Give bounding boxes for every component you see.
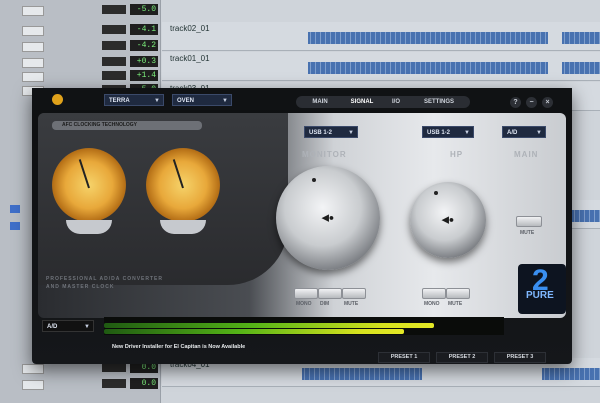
audio-waveform[interactable] (308, 62, 548, 74)
chevron-down-icon: ▼ (84, 324, 90, 330)
volume-value[interactable]: +0.3 (130, 56, 158, 67)
watermark-line: AND MASTER CLOCK (46, 284, 115, 290)
hp-mute-label: MUTE (448, 301, 463, 307)
input-source-select[interactable]: A/D ▼ (42, 320, 94, 332)
preset-2-button[interactable]: PRESET 2 (436, 352, 488, 363)
mixer-row[interactable]: -4.1 (22, 24, 162, 36)
audio-waveform[interactable] (302, 368, 422, 380)
track-lane[interactable]: track02_01 (162, 22, 600, 51)
knob-indicator (312, 178, 316, 182)
monitor-dim-button[interactable] (318, 288, 342, 299)
knob-indicator (434, 191, 438, 195)
mixer-row[interactable]: +1.4 (22, 70, 162, 82)
pure2-logo: 2 PURE (518, 264, 566, 314)
monitor-source-select[interactable]: USB 1-2 ▼ (304, 126, 358, 138)
brand-pill: AFC CLOCKING TECHNOLOGY (52, 121, 202, 130)
plugin-toolbar: TERRA ▼ OVEN ▼ MAIN SIGNAL I/O SETTINGS ? … (32, 88, 572, 110)
plugin-window: TERRA ▼ OVEN ▼ MAIN SIGNAL I/O SETTINGS ? … (32, 88, 572, 364)
tab-settings[interactable]: SETTINGS (410, 96, 468, 108)
tab-main[interactable]: MAIN (300, 96, 340, 108)
watermark-line: PROFESSIONAL AD/DA CONVERTER (46, 276, 163, 282)
main-mute-label: MUTE (520, 230, 535, 236)
status-message[interactable]: New Driver Installer for El Capitan is N… (112, 344, 245, 350)
chevron-down-icon: ▼ (348, 130, 354, 136)
vu-stand (160, 220, 206, 234)
close-icon[interactable]: × (542, 97, 553, 108)
hp-mono-button[interactable] (422, 288, 446, 299)
power-icon[interactable] (52, 94, 63, 105)
chevron-down-icon: ▼ (222, 98, 228, 104)
audio-waveform[interactable] (308, 32, 548, 44)
tab-io[interactable]: I/O (382, 96, 410, 108)
speaker-icon: ◀● (441, 214, 455, 225)
monitor-volume-knob[interactable]: ◀● (276, 166, 380, 270)
track-name: track02_01 (170, 24, 210, 33)
volume-value[interactable]: +1.4 (130, 70, 158, 81)
main-label: MAIN (514, 150, 539, 159)
preset-3-button[interactable]: PRESET 3 (494, 352, 546, 363)
tab-signal[interactable]: SIGNAL (342, 96, 382, 108)
chevron-down-icon: ▼ (536, 130, 542, 136)
audio-waveform[interactable] (562, 32, 600, 44)
hp-volume-knob[interactable]: ◀● (410, 182, 486, 258)
volume-value[interactable]: -5.0 (130, 4, 158, 15)
hp-mono-label: MONO (424, 301, 440, 307)
volume-value[interactable]: -4.2 (130, 40, 158, 51)
monitor-mono-label: MONO (296, 301, 312, 307)
hp-label: HP (450, 150, 464, 159)
speaker-icon: ◀● (321, 212, 335, 223)
monitor-mute-button[interactable] (342, 288, 366, 299)
preset-1-button[interactable]: PRESET 1 (378, 352, 430, 363)
help-icon[interactable]: ? (510, 97, 521, 108)
hp-source-select[interactable]: USB 1-2 ▼ (422, 126, 474, 138)
clock-dropdown[interactable]: OVEN ▼ (172, 94, 232, 106)
vu-meter-left (52, 148, 126, 222)
track-lane[interactable]: track01_01 (162, 52, 600, 81)
level-meter-right-bar (104, 329, 404, 334)
main-mute-button[interactable] (516, 216, 542, 227)
mixer-row[interactable]: +0.3 (22, 56, 162, 68)
device-dropdown[interactable]: TERRA ▼ (104, 94, 164, 106)
volume-value[interactable]: -4.1 (130, 24, 158, 35)
mixer-row[interactable]: -5.0 (22, 4, 162, 16)
vu-needle (78, 159, 90, 189)
track-select-icon[interactable] (10, 205, 20, 213)
monitor-label: MONITOR (302, 150, 347, 159)
vu-stand (66, 220, 112, 234)
monitor-mute-label: MUTE (344, 301, 359, 307)
mixer-row[interactable]: -4.2 (22, 40, 162, 52)
audio-waveform[interactable] (542, 368, 600, 380)
chevron-down-icon: ▼ (154, 98, 160, 104)
main-source-select[interactable]: A/D ▼ (502, 126, 546, 138)
logo-text: PURE (526, 290, 554, 301)
level-meter-left-bar (104, 323, 434, 328)
track-name: track01_01 (170, 54, 210, 63)
minimize-icon[interactable]: − (526, 97, 537, 108)
tab-bar: MAIN SIGNAL I/O SETTINGS (296, 96, 470, 108)
audio-waveform[interactable] (572, 210, 600, 222)
hp-mute-button[interactable] (446, 288, 470, 299)
mixer-row[interactable]: 0.0 (22, 378, 162, 390)
vu-needle (172, 159, 184, 189)
audio-waveform[interactable] (562, 62, 600, 74)
monitor-mono-button[interactable] (294, 288, 318, 299)
vu-meter-right (146, 148, 220, 222)
track-select-icon[interactable] (10, 222, 20, 230)
chevron-down-icon: ▼ (464, 130, 470, 136)
volume-value[interactable]: 0.0 (130, 378, 158, 389)
monitor-dim-label: DIM (320, 301, 330, 307)
